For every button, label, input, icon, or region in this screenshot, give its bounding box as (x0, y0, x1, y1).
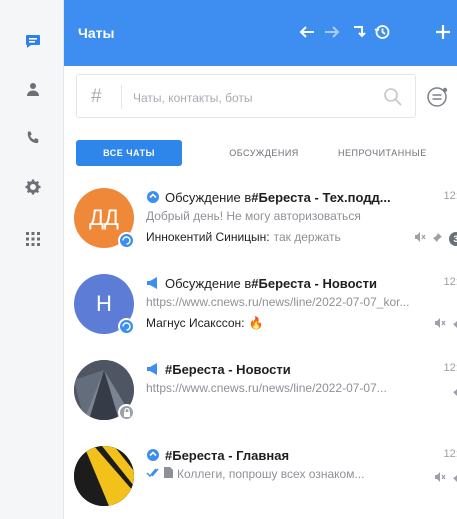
phone-icon[interactable] (22, 127, 44, 149)
chat-list-item[interactable]: #Береста - Главная 12:05 Коллеги, попрош… (64, 434, 457, 519)
chat-preview-row: Коллеги, попрошу всех ознаком... (146, 467, 442, 481)
search-icon[interactable] (383, 87, 403, 107)
discussion-icon (146, 190, 160, 204)
pin-icon (452, 316, 457, 334)
chat-icon[interactable] (22, 30, 44, 52)
online-badge (118, 318, 135, 335)
tab-discussions[interactable]: ОБСУЖДЕНИЯ (214, 140, 314, 166)
chat-title-prefix: Обсуждение в (165, 189, 252, 205)
page-title: Чаты (78, 25, 115, 41)
fire-emoji: 🔥 (248, 316, 264, 330)
chat-status-icons (452, 384, 457, 402)
online-badge (118, 232, 135, 249)
document-icon (164, 467, 173, 481)
avatar-initials: ДД (89, 205, 119, 230)
arrow-left-icon[interactable] (296, 21, 318, 43)
plus-icon[interactable] (432, 21, 454, 43)
chat-list-item[interactable]: Н Обсуждение в #Береста - Новости 12:23 … (64, 262, 457, 348)
chat-title: #Береста - Главная (146, 446, 446, 464)
channel-image (74, 446, 134, 506)
message-sender: Магнус Исакссон: (146, 316, 245, 330)
arrow-right-icon[interactable] (321, 21, 343, 43)
chat-preview: https://www.cnews.ru/news/line/2022-07-0… (146, 295, 410, 309)
chat-list-item[interactable]: #Береста - Новости 12:23 https://www.cne… (64, 348, 457, 434)
pin-icon (452, 384, 457, 402)
chat-list-item[interactable]: ДД Обсуждение в #Береста - Тех.подд... 1… (64, 176, 457, 262)
divider (121, 85, 122, 109)
mute-icon (434, 316, 446, 334)
chat-time: 12:05 (443, 448, 457, 460)
lock-badge (118, 404, 135, 421)
megaphone-icon (146, 276, 160, 290)
mute-icon (414, 230, 426, 248)
user-icon[interactable] (22, 78, 44, 100)
avatar (74, 446, 134, 506)
last-message: Иннокентий Синицын: так держать (146, 228, 446, 246)
tab-all-chats[interactable]: ВСЕ ЧАТЫ (76, 140, 182, 166)
chat-name: #Береста - Главная (165, 447, 290, 463)
redo-icon[interactable] (348, 21, 370, 43)
header-bar: Чаты (64, 0, 457, 66)
history-icon[interactable] (371, 21, 393, 43)
message-snippet: так держать (273, 230, 341, 244)
megaphone-icon (146, 362, 160, 376)
chat-status-icons (434, 316, 457, 334)
chat-name: #Береста - Новости (165, 361, 291, 377)
hashtag-icon[interactable]: # (91, 86, 102, 108)
chat-title: #Береста - Новости (146, 360, 446, 378)
mute-icon (434, 470, 446, 488)
apps-grid-icon[interactable] (22, 228, 44, 250)
gear-icon[interactable] (22, 176, 44, 198)
left-rail (0, 0, 64, 519)
chat-preview: https://www.cnews.ru/news/line/2022-07-0… (146, 381, 387, 395)
unread-count-badge: 3 (449, 232, 457, 246)
pin-icon (432, 230, 443, 248)
discussion-icon (146, 448, 160, 462)
chat-preview: Коллеги, попрошу всех ознаком... (177, 467, 365, 481)
emoji-filter-icon[interactable] (426, 84, 452, 110)
last-message: Магнус Исакссон: 🔥 (146, 314, 446, 332)
chat-title-prefix: Обсуждение в (165, 275, 252, 291)
chat-time: 12:23 (443, 362, 457, 374)
chat-preview: Добрый день! Не могу авторизоваться (146, 209, 361, 223)
search-bar: # (64, 66, 457, 124)
chat-time: 12:20 (443, 190, 457, 202)
chat-name: #Береста - Тех.подд... (251, 189, 391, 205)
avatar-initials: Н (96, 291, 112, 316)
chat-title: Обсуждение в #Береста - Тех.подд... (146, 188, 446, 206)
tab-unread[interactable]: НЕПРОЧИТАННЫЕ (338, 140, 457, 166)
chat-name: #Береста - Новости (251, 275, 377, 291)
chat-status-icons: 3 (414, 230, 457, 248)
message-sender: Иннокентий Синицын: (146, 230, 270, 244)
pin-icon (452, 470, 457, 488)
chat-time: 12:23 (443, 276, 457, 288)
search-box: # (76, 74, 416, 118)
chat-title: Обсуждение в #Береста - Новости (146, 274, 446, 292)
chat-tabs: ВСЕ ЧАТЫ ОБСУЖДЕНИЯ НЕПРОЧИТАННЫЕ (64, 124, 457, 176)
search-input[interactable] (133, 87, 383, 109)
read-check-icon (146, 467, 160, 481)
chat-status-icons (434, 470, 457, 488)
